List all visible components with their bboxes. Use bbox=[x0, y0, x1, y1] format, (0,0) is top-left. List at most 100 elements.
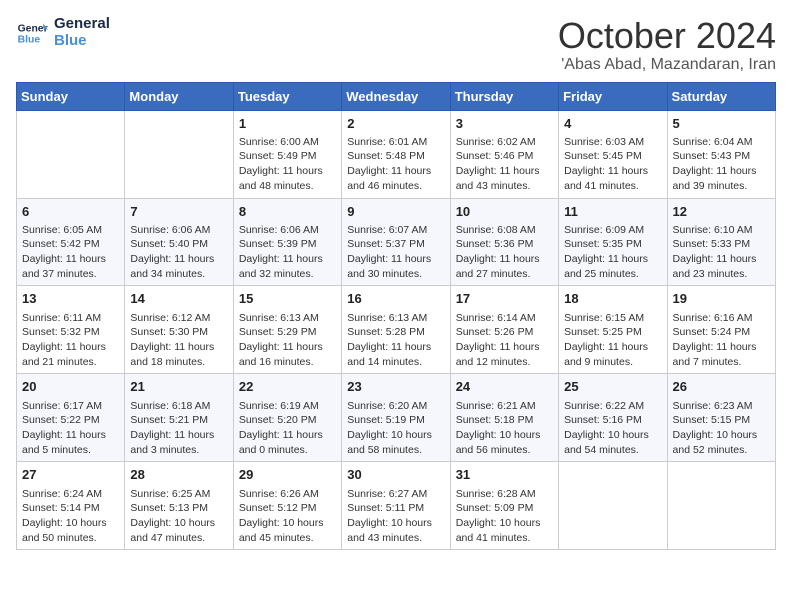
calendar-cell: 9 Sunrise: 6:07 AMSunset: 5:37 PMDaylight… bbox=[342, 198, 450, 286]
calendar-cell: 19Sunrise: 6:16 AMSunset: 5:24 PMDayligh… bbox=[667, 286, 775, 374]
calendar-cell: 20 Sunrise: 6:17 AMSunset: 5:22 PMDayligh… bbox=[17, 374, 125, 462]
day-info: Sunrise: 6:23 AMSunset: 5:15 PMDaylight:… bbox=[673, 399, 770, 458]
day-number: 10 bbox=[456, 203, 553, 221]
day-number: 1 bbox=[239, 115, 336, 133]
calendar-cell bbox=[667, 462, 775, 550]
calendar-cell: 28 Sunrise: 6:25 AMSunset: 5:13 PMDayligh… bbox=[125, 462, 233, 550]
calendar-cell: 13Sunrise: 6:11 AMSunset: 5:32 PMDayligh… bbox=[17, 286, 125, 374]
day-info: Sunrise: 6:11 AMSunset: 5:32 PMDaylight:… bbox=[22, 311, 119, 370]
day-info: Sunrise: 6:09 AMSunset: 5:35 PMDaylight:… bbox=[564, 223, 661, 282]
calendar-cell: 26 Sunrise: 6:23 AMSunset: 5:15 PMDayligh… bbox=[667, 374, 775, 462]
logo: General Blue General Blue General Blue bbox=[16, 16, 110, 49]
day-info: Sunrise: 6:15 AMSunset: 5:25 PMDaylight:… bbox=[564, 311, 661, 370]
header-sunday: Sunday bbox=[17, 82, 125, 110]
day-info: Sunrise: 6:19 AMSunset: 5:20 PMDaylight:… bbox=[239, 399, 336, 458]
svg-text:Blue: Blue bbox=[18, 34, 41, 45]
calendar-cell: 17Sunrise: 6:14 AMSunset: 5:26 PMDayligh… bbox=[450, 286, 558, 374]
day-number: 18 bbox=[564, 290, 661, 308]
day-info: Sunrise: 6:07 AMSunset: 5:37 PMDaylight:… bbox=[347, 223, 444, 282]
day-info: Sunrise: 6:26 AMSunset: 5:12 PMDaylight:… bbox=[239, 487, 336, 546]
day-number: 22 bbox=[239, 378, 336, 396]
day-number: 24 bbox=[456, 378, 553, 396]
day-number: 7 bbox=[130, 203, 227, 221]
day-info: Sunrise: 6:06 AMSunset: 5:39 PMDaylight:… bbox=[239, 223, 336, 282]
calendar-cell: 22 Sunrise: 6:19 AMSunset: 5:20 PMDayligh… bbox=[233, 374, 341, 462]
day-number: 3 bbox=[456, 115, 553, 133]
calendar-cell: 31Sunrise: 6:28 AMSunset: 5:09 PMDayligh… bbox=[450, 462, 558, 550]
day-number: 19 bbox=[673, 290, 770, 308]
day-info: Sunrise: 6:13 AMSunset: 5:29 PMDaylight:… bbox=[239, 311, 336, 370]
logo-text-general: General bbox=[54, 16, 110, 33]
day-number: 14 bbox=[130, 290, 227, 308]
day-number: 28 bbox=[130, 466, 227, 484]
calendar-week-5: 27Sunrise: 6:24 AMSunset: 5:14 PMDayligh… bbox=[17, 462, 776, 550]
header-monday: Monday bbox=[125, 82, 233, 110]
day-info: Sunrise: 6:13 AMSunset: 5:28 PMDaylight:… bbox=[347, 311, 444, 370]
logo-text-blue: Blue bbox=[54, 33, 110, 50]
header-tuesday: Tuesday bbox=[233, 82, 341, 110]
calendar-cell: 7 Sunrise: 6:06 AMSunset: 5:40 PMDaylight… bbox=[125, 198, 233, 286]
day-number: 6 bbox=[22, 203, 119, 221]
calendar-cell: 14 Sunrise: 6:12 AMSunset: 5:30 PMDayligh… bbox=[125, 286, 233, 374]
calendar-cell: 18 Sunrise: 6:15 AMSunset: 5:25 PMDayligh… bbox=[559, 286, 667, 374]
day-number: 17 bbox=[456, 290, 553, 308]
calendar-cell: 15 Sunrise: 6:13 AMSunset: 5:29 PMDayligh… bbox=[233, 286, 341, 374]
day-info: Sunrise: 6:12 AMSunset: 5:30 PMDaylight:… bbox=[130, 311, 227, 370]
calendar-cell: 3 Sunrise: 6:02 AMSunset: 5:46 PMDaylight… bbox=[450, 110, 558, 198]
calendar-cell: 10 Sunrise: 6:08 AMSunset: 5:36 PMDayligh… bbox=[450, 198, 558, 286]
day-info: Sunrise: 6:21 AMSunset: 5:18 PMDaylight:… bbox=[456, 399, 553, 458]
weekday-header-row: Sunday Monday Tuesday Wednesday Thursday… bbox=[17, 82, 776, 110]
day-number: 11 bbox=[564, 203, 661, 221]
day-info: Sunrise: 6:10 AMSunset: 5:33 PMDaylight:… bbox=[673, 223, 770, 282]
day-info: Sunrise: 6:22 AMSunset: 5:16 PMDaylight:… bbox=[564, 399, 661, 458]
page-header: General Blue General Blue General Blue O… bbox=[16, 16, 776, 74]
day-info: Sunrise: 6:27 AMSunset: 5:11 PMDaylight:… bbox=[347, 487, 444, 546]
calendar-cell: 1 Sunrise: 6:00 AMSunset: 5:49 PMDaylight… bbox=[233, 110, 341, 198]
calendar-cell: 23Sunrise: 6:20 AMSunset: 5:19 PMDayligh… bbox=[342, 374, 450, 462]
month-title: October 2024 bbox=[558, 16, 776, 56]
day-info: Sunrise: 6:06 AMSunset: 5:40 PMDaylight:… bbox=[130, 223, 227, 282]
location-title: 'Abas Abad, Mazandaran, Iran bbox=[558, 56, 776, 74]
day-info: Sunrise: 6:08 AMSunset: 5:36 PMDaylight:… bbox=[456, 223, 553, 282]
day-info: Sunrise: 6:01 AMSunset: 5:48 PMDaylight:… bbox=[347, 135, 444, 194]
day-info: Sunrise: 6:25 AMSunset: 5:13 PMDaylight:… bbox=[130, 487, 227, 546]
day-number: 30 bbox=[347, 466, 444, 484]
calendar-cell bbox=[125, 110, 233, 198]
calendar-cell: 25 Sunrise: 6:22 AMSunset: 5:16 PMDayligh… bbox=[559, 374, 667, 462]
day-info: Sunrise: 6:03 AMSunset: 5:45 PMDaylight:… bbox=[564, 135, 661, 194]
calendar-cell: 27Sunrise: 6:24 AMSunset: 5:14 PMDayligh… bbox=[17, 462, 125, 550]
calendar-cell: 5Sunrise: 6:04 AMSunset: 5:43 PMDaylight… bbox=[667, 110, 775, 198]
calendar-cell: 12Sunrise: 6:10 AMSunset: 5:33 PMDayligh… bbox=[667, 198, 775, 286]
title-block: October 2024 'Abas Abad, Mazandaran, Ira… bbox=[558, 16, 776, 74]
calendar-week-1: 1 Sunrise: 6:00 AMSunset: 5:49 PMDaylight… bbox=[17, 110, 776, 198]
calendar-week-2: 6 Sunrise: 6:05 AMSunset: 5:42 PMDaylight… bbox=[17, 198, 776, 286]
header-thursday: Thursday bbox=[450, 82, 558, 110]
day-info: Sunrise: 6:17 AMSunset: 5:22 PMDaylight:… bbox=[22, 399, 119, 458]
day-number: 20 bbox=[22, 378, 119, 396]
day-number: 9 bbox=[347, 203, 444, 221]
day-number: 5 bbox=[673, 115, 770, 133]
day-info: Sunrise: 6:00 AMSunset: 5:49 PMDaylight:… bbox=[239, 135, 336, 194]
calendar-cell: 6 Sunrise: 6:05 AMSunset: 5:42 PMDaylight… bbox=[17, 198, 125, 286]
calendar-cell: 11 Sunrise: 6:09 AMSunset: 5:35 PMDayligh… bbox=[559, 198, 667, 286]
calendar-cell: 2Sunrise: 6:01 AMSunset: 5:48 PMDaylight… bbox=[342, 110, 450, 198]
header-saturday: Saturday bbox=[667, 82, 775, 110]
header-friday: Friday bbox=[559, 82, 667, 110]
day-number: 27 bbox=[22, 466, 119, 484]
day-info: Sunrise: 6:18 AMSunset: 5:21 PMDaylight:… bbox=[130, 399, 227, 458]
day-number: 29 bbox=[239, 466, 336, 484]
logo-icon: General Blue bbox=[16, 17, 48, 49]
day-info: Sunrise: 6:02 AMSunset: 5:46 PMDaylight:… bbox=[456, 135, 553, 194]
day-number: 25 bbox=[564, 378, 661, 396]
day-info: Sunrise: 6:20 AMSunset: 5:19 PMDaylight:… bbox=[347, 399, 444, 458]
calendar-week-3: 13Sunrise: 6:11 AMSunset: 5:32 PMDayligh… bbox=[17, 286, 776, 374]
calendar-cell: 21Sunrise: 6:18 AMSunset: 5:21 PMDayligh… bbox=[125, 374, 233, 462]
day-number: 26 bbox=[673, 378, 770, 396]
day-number: 15 bbox=[239, 290, 336, 308]
calendar-cell: 4Sunrise: 6:03 AMSunset: 5:45 PMDaylight… bbox=[559, 110, 667, 198]
day-number: 31 bbox=[456, 466, 553, 484]
calendar-week-4: 20 Sunrise: 6:17 AMSunset: 5:22 PMDayligh… bbox=[17, 374, 776, 462]
day-info: Sunrise: 6:05 AMSunset: 5:42 PMDaylight:… bbox=[22, 223, 119, 282]
day-number: 8 bbox=[239, 203, 336, 221]
calendar-cell: 30 Sunrise: 6:27 AMSunset: 5:11 PMDayligh… bbox=[342, 462, 450, 550]
